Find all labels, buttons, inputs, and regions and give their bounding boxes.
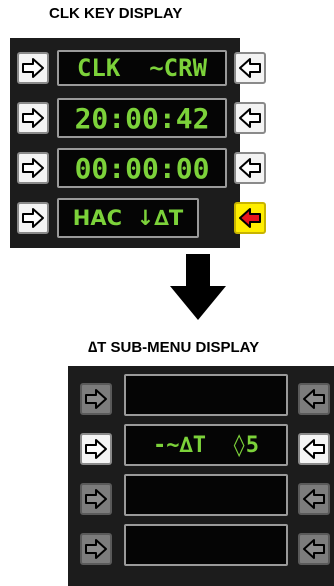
dt-sub-menu-display-title: ∆T SUB-MENU DISPLAY xyxy=(88,339,260,356)
dt-display-line-3 xyxy=(124,474,288,516)
right-soft-key-4-highlighted[interactable] xyxy=(234,202,266,234)
display-line-2: 20:00:42 xyxy=(57,98,227,138)
right-soft-key-1-disabled[interactable] xyxy=(298,383,330,415)
arrow-left-icon xyxy=(239,158,261,178)
left-soft-key-2[interactable] xyxy=(80,433,112,465)
right-soft-key-2[interactable] xyxy=(298,433,330,465)
arrow-right-icon xyxy=(22,58,44,78)
dt-display-line-2-text: -~∆T ◊5 xyxy=(153,432,259,458)
left-soft-key-1[interactable] xyxy=(17,52,49,84)
arrow-right-icon xyxy=(22,158,44,178)
right-soft-key-2[interactable] xyxy=(234,102,266,134)
dt-display-line-4 xyxy=(124,524,288,566)
dt-display-line-3-text xyxy=(126,476,286,514)
dt-display-line-2: -~∆T ◊5 xyxy=(124,424,288,466)
clk-key-display-title: CLK KEY DISPLAY xyxy=(49,5,183,22)
display-line-2-text: 20:00:42 xyxy=(74,101,210,135)
right-soft-key-1[interactable] xyxy=(234,52,266,84)
left-soft-key-3-disabled[interactable] xyxy=(80,483,112,515)
left-soft-key-1-disabled[interactable] xyxy=(80,383,112,415)
arrow-left-icon xyxy=(303,439,325,459)
display-line-4: HAC ↓∆T xyxy=(57,198,199,238)
right-soft-key-3-disabled[interactable] xyxy=(298,483,330,515)
arrow-right-icon xyxy=(85,489,107,509)
clk-row-3: 00:00:00 xyxy=(10,148,240,188)
left-soft-key-4-disabled[interactable] xyxy=(80,533,112,565)
arrow-left-icon xyxy=(239,58,261,78)
right-soft-key-3[interactable] xyxy=(234,152,266,184)
arrow-right-icon xyxy=(85,439,107,459)
down-arrow-icon xyxy=(170,254,226,320)
display-line-3: 00:00:00 xyxy=(57,148,227,188)
left-soft-key-3[interactable] xyxy=(17,152,49,184)
arrow-right-icon xyxy=(85,389,107,409)
clk-row-2: 20:00:42 xyxy=(10,98,240,138)
display-line-1-text: CLK ~CRW xyxy=(76,54,208,82)
clk-key-display-panel: CLK ~CRW 20:00:42 00:00:00 HAC ↓∆T xyxy=(10,38,240,248)
display-line-3-text: 00:00:00 xyxy=(74,151,210,185)
arrow-left-icon xyxy=(303,489,325,509)
display-line-4-text: HAC ↓∆T xyxy=(72,206,184,230)
red-arrow-left-icon xyxy=(239,208,261,228)
right-soft-key-4-disabled[interactable] xyxy=(298,533,330,565)
arrow-right-icon xyxy=(22,208,44,228)
left-soft-key-2[interactable] xyxy=(17,102,49,134)
arrow-left-icon xyxy=(303,539,325,559)
left-soft-key-4[interactable] xyxy=(17,202,49,234)
arrow-right-icon xyxy=(85,539,107,559)
arrow-left-icon xyxy=(239,108,261,128)
arrow-left-icon xyxy=(303,389,325,409)
clk-row-4: HAC ↓∆T xyxy=(10,198,240,238)
arrow-right-icon xyxy=(22,108,44,128)
clk-row-1: CLK ~CRW xyxy=(10,50,240,86)
dt-display-line-1 xyxy=(124,374,288,416)
dt-display-line-1-text xyxy=(126,376,286,414)
dt-display-line-4-text xyxy=(126,526,286,564)
display-line-1: CLK ~CRW xyxy=(57,50,227,86)
